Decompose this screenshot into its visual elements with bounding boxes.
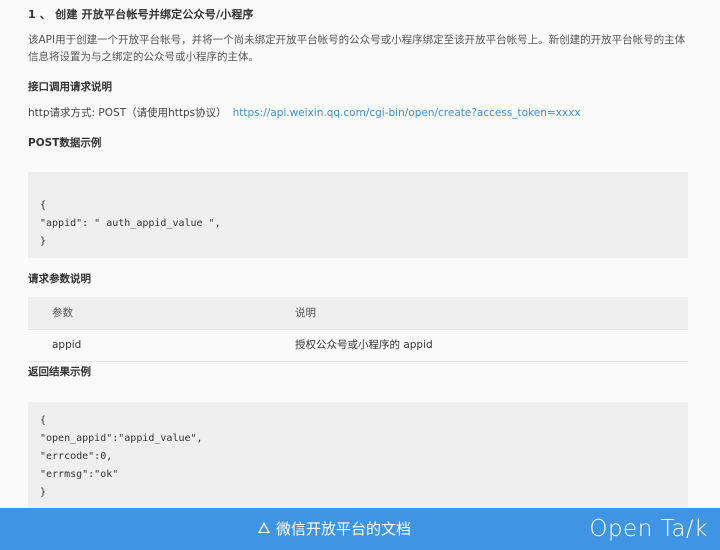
caption-text-wrap: 微信开放平台的文档: [258, 508, 411, 550]
triangle-icon: [258, 522, 270, 533]
request-method-label: http请求方式: POST（请使用https协议）: [28, 107, 227, 119]
column-header-desc: 说明: [295, 307, 316, 319]
api-description: 该API用于创建一个开放平台帐号，并将一个尚未绑定开放平台帐号的公众号或小程序绑…: [28, 34, 686, 63]
code-line: "open_appid":"appid_value",: [40, 433, 203, 444]
section-heading: 1 、 创建 开放平台帐号并绑定公众号/小程序: [28, 8, 254, 21]
params-table: 参数 说明 appid 授权公众号或小程序的 appid: [28, 297, 688, 362]
column-header-param: 参数: [52, 307, 73, 319]
code-line: "appid": " auth_appid_value ",: [40, 218, 221, 229]
code-line: {: [40, 415, 47, 426]
interface-heading: 接口调用请求说明: [28, 81, 112, 93]
param-name-cell: appid: [52, 339, 82, 351]
param-desc-cell: 授权公众号或小程序的 appid: [295, 339, 433, 351]
code-line: {: [40, 200, 47, 211]
table-row: appid 授权公众号或小程序的 appid: [28, 330, 688, 362]
post-example-code-block: { "appid": " auth_appid_value ", }: [28, 172, 688, 258]
code-line: }: [40, 487, 47, 498]
code-line: "errcode":0,: [40, 451, 113, 462]
table-header-row: 参数 说明: [28, 297, 688, 330]
result-heading: 返回结果示例: [28, 366, 91, 378]
params-heading: 请求参数说明: [28, 273, 91, 285]
code-line: }: [40, 236, 47, 247]
brand-logo: Open Ta/k: [589, 516, 708, 542]
post-example-heading: POST数据示例: [28, 137, 102, 149]
result-example-code-block: { "open_appid":"appid_value", "errcode":…: [28, 402, 688, 508]
banner-caption: 微信开放平台的文档: [276, 520, 412, 538]
code-line: "errmsg":"ok": [40, 469, 119, 480]
caption-banner: 微信开放平台的文档 Open Ta/k: [0, 508, 720, 550]
request-url-link[interactable]: https://api.weixin.qq.com/cgi-bin/open/c…: [233, 107, 581, 119]
document-page: 1 、 创建 开放平台帐号并绑定公众号/小程序 该API用于创建一个开放平台帐号…: [0, 0, 720, 508]
request-method-line: http请求方式: POST（请使用https协议） https://api.we…: [28, 105, 581, 120]
